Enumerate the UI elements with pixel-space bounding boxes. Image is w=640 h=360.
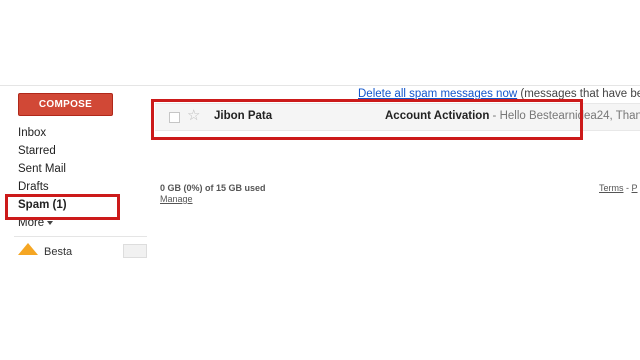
hangouts-user-name[interactable]: Besta (44, 246, 72, 258)
header-divider (0, 85, 640, 86)
hangouts-avatar-icon[interactable] (18, 243, 38, 255)
footer-separator: - (623, 183, 632, 193)
message-snippet: Hello Bestearnidea24, Thank y (499, 110, 640, 122)
manage-storage-link[interactable]: Manage (160, 194, 266, 205)
footer-links: Terms - P (599, 183, 638, 193)
sidebar-nav: Inbox Starred Sent Mail Drafts Spam (1) … (0, 124, 148, 232)
message-sender: Jibon Pata (214, 110, 273, 122)
sidebar-item-drafts[interactable]: Drafts (0, 178, 148, 196)
hangouts-divider (14, 236, 147, 237)
message-subject: Account Activation (385, 110, 490, 122)
spam-banner-text: (messages that have been i (520, 88, 640, 100)
hangouts-menu-button[interactable] (123, 244, 147, 258)
message-checkbox[interactable] (169, 112, 180, 123)
message-separator: - (489, 110, 500, 122)
terms-link[interactable]: Terms (599, 183, 624, 193)
sidebar-item-starred[interactable]: Starred (0, 142, 148, 160)
compose-button[interactable]: COMPOSE (18, 93, 113, 116)
sidebar-item-sent-mail[interactable]: Sent Mail (0, 160, 148, 178)
sidebar-item-spam[interactable]: Spam (1) (0, 196, 148, 214)
storage-info: 0 GB (0%) of 15 GB used Manage (160, 183, 266, 205)
spam-banner: Delete all spam messages now (messages t… (358, 88, 640, 100)
privacy-link[interactable]: P (632, 183, 638, 193)
chevron-down-icon (47, 220, 54, 225)
more-label: More (18, 217, 45, 229)
message-subject-snippet: Account Activation - Hello Bestearnidea2… (385, 110, 640, 122)
sidebar-item-more[interactable]: More (0, 214, 148, 232)
sidebar-item-inbox[interactable]: Inbox (0, 124, 148, 142)
delete-all-spam-link[interactable]: Delete all spam messages now (358, 88, 517, 100)
star-icon[interactable]: ☆ (187, 107, 200, 125)
storage-usage: 0 GB (0%) of 15 GB used (160, 183, 266, 193)
message-row[interactable]: ☆ Jibon Pata Account Activation - Hello … (155, 103, 640, 131)
